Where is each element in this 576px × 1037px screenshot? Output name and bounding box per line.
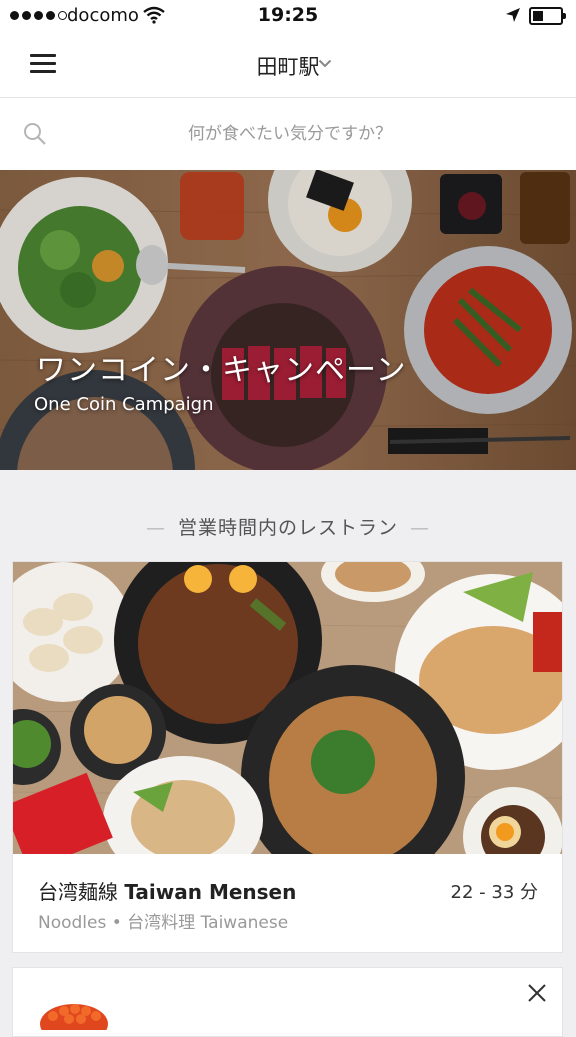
campaign-banner[interactable]: ワンコイン・キャンペーン One Coin Campaign (0, 170, 576, 470)
delivery-time: 22 - 33 分 (450, 882, 538, 903)
clock: 19:25 (257, 4, 319, 26)
search-icon (24, 123, 46, 145)
divider: — (410, 517, 430, 539)
location-arrow-icon (506, 8, 520, 22)
food-photo (0, 170, 576, 470)
restaurant-name: 台湾麺線 Taiwan Mensen (38, 876, 296, 905)
section-title-text: 営業時間内のレストラン (177, 517, 398, 539)
campaign-subtitle: One Coin Campaign (34, 394, 214, 415)
status-bar: docomo 19:25 (0, 0, 576, 32)
navigation-bar: 田町駅 (0, 32, 576, 98)
restaurant-photo (40, 1004, 108, 1030)
restaurant-card[interactable]: 台湾麺線 Taiwan Mensen 22 - 33 分 Noodles • 台… (12, 561, 563, 953)
close-icon[interactable] (526, 982, 548, 1004)
section-title: — 営業時間内のレストラン — (0, 513, 576, 540)
restaurant-category: Noodles • 台湾料理 Taiwanese (38, 913, 289, 933)
restaurant-card[interactable] (12, 967, 563, 1037)
restaurant-photo (13, 562, 562, 854)
divider: — (145, 517, 166, 539)
campaign-title: ワンコイン・キャンペーン (36, 353, 407, 388)
search-input[interactable] (60, 98, 520, 170)
restaurant-name-jp: 台湾麺線 (38, 880, 118, 904)
restaurant-name-en: Taiwan Mensen (124, 880, 297, 904)
battery-icon (529, 7, 566, 25)
chevron-down-icon (318, 59, 332, 68)
search-bar (0, 98, 576, 170)
location-selector[interactable]: 田町駅 (0, 51, 576, 81)
location-label: 田町駅 (256, 55, 320, 79)
